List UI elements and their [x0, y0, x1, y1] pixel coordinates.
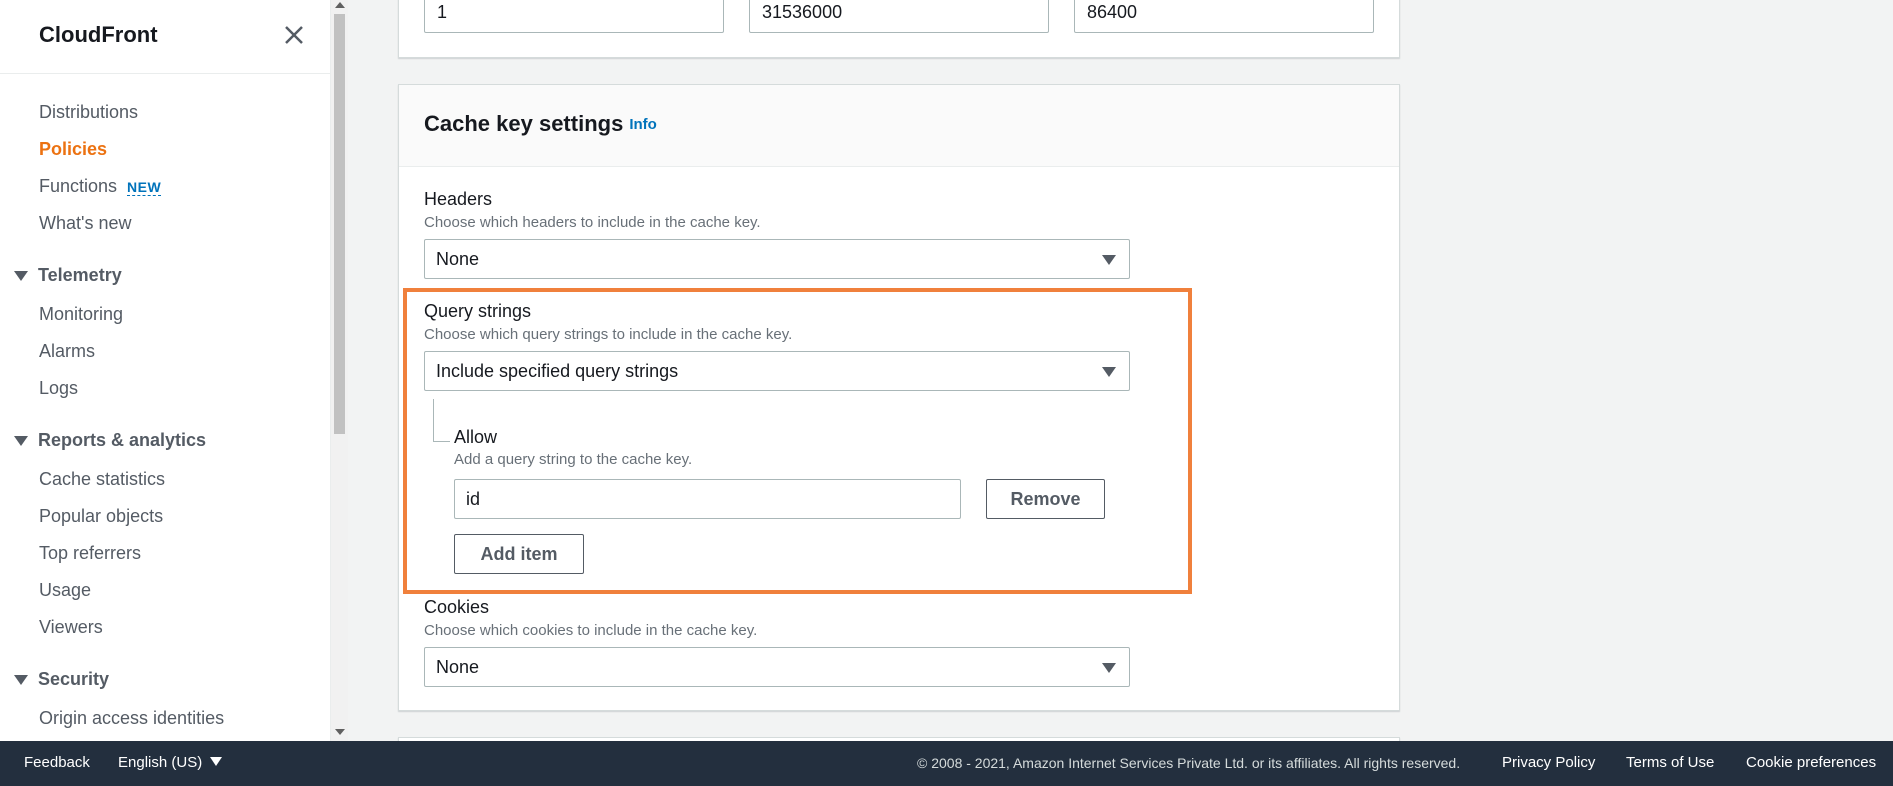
- section-heading: Reports & analytics: [38, 430, 207, 450]
- sidebar-item-monitoring[interactable]: Monitoring: [39, 304, 123, 325]
- sidebar-item-top-referrers[interactable]: Top referrers: [39, 543, 141, 564]
- sidebar-item-origin-access-identities[interactable]: Origin access identities: [39, 708, 224, 729]
- sidebar-item-cache-statistics[interactable]: Cache statistics: [39, 469, 165, 490]
- sidebar-item-label: Functions: [39, 176, 118, 196]
- copyright-text: © 2008 - 2021, Amazon Internet Services …: [917, 755, 1461, 771]
- panel-title-text: Cache key settings: [424, 111, 624, 136]
- scroll-down-icon[interactable]: [335, 729, 345, 735]
- sidebar-item-logs[interactable]: Logs: [39, 378, 78, 399]
- allow-label: Allow: [454, 427, 498, 447]
- cookie-preferences-link[interactable]: Cookie preferences: [1746, 754, 1876, 771]
- language-label: English (US): [118, 754, 203, 771]
- select-value: None: [436, 657, 480, 677]
- sidebar-header: CloudFront: [0, 0, 330, 74]
- query-string-item-input[interactable]: id: [454, 479, 961, 519]
- query-strings-select[interactable]: Include specified query strings: [424, 351, 1130, 391]
- language-selector[interactable]: English (US): [118, 754, 223, 771]
- headers-label: Headers: [424, 189, 493, 209]
- headers-description: Choose which headers to include in the c…: [424, 214, 761, 231]
- select-value: None: [436, 249, 480, 269]
- caret-down-icon: [210, 757, 223, 766]
- sidebar-item-whats-new[interactable]: What's new: [39, 213, 131, 234]
- ttl-settings-panel: 1 31536000 86400: [398, 0, 1400, 58]
- section-telemetry[interactable]: Telemetry: [14, 265, 122, 286]
- caret-down-icon: [1102, 255, 1116, 265]
- feedback-link[interactable]: Feedback: [24, 754, 90, 771]
- sidebar-item-usage[interactable]: Usage: [39, 580, 91, 601]
- cookies-select[interactable]: None: [424, 647, 1130, 687]
- cookies-label: Cookies: [424, 597, 490, 617]
- maximum-ttl-input[interactable]: 31536000: [749, 0, 1049, 33]
- query-strings-description: Choose which query strings to include in…: [424, 326, 793, 343]
- terms-of-use-link[interactable]: Terms of Use: [1626, 754, 1714, 771]
- close-icon[interactable]: [281, 22, 307, 48]
- new-badge: NEW: [127, 179, 162, 196]
- default-ttl-input[interactable]: 86400: [1074, 0, 1374, 33]
- caret-down-icon: [14, 435, 28, 446]
- panel-header: Cache key settings Info: [399, 85, 1399, 167]
- cookies-description: Choose which cookies to include in the c…: [424, 622, 758, 639]
- select-value: Include specified query strings: [436, 361, 679, 381]
- caret-down-icon: [1102, 367, 1116, 377]
- add-item-button[interactable]: Add item: [454, 534, 584, 574]
- scroll-thumb[interactable]: [334, 14, 345, 434]
- tree-connector: [433, 399, 450, 442]
- sidebar-title: CloudFront: [39, 22, 158, 47]
- sidebar-item-distributions[interactable]: Distributions: [39, 102, 138, 123]
- minimum-ttl-input[interactable]: 1: [424, 0, 724, 33]
- sidebar-item-alarms[interactable]: Alarms: [39, 341, 95, 362]
- section-security[interactable]: Security: [14, 669, 109, 690]
- sidebar-item-policies[interactable]: Policies: [39, 139, 107, 160]
- query-strings-label: Query strings: [424, 301, 532, 321]
- sidebar-item-viewers[interactable]: Viewers: [39, 617, 103, 638]
- caret-down-icon: [14, 674, 28, 685]
- sidebar-item-functions[interactable]: Functions NEW: [39, 176, 162, 197]
- footer: Feedback English (US) © 2008 - 2021, Ama…: [0, 741, 1893, 786]
- scroll-up-icon[interactable]: [335, 2, 345, 8]
- section-heading: Telemetry: [38, 265, 122, 285]
- privacy-policy-link[interactable]: Privacy Policy: [1502, 754, 1595, 771]
- panel-title: Cache key settings Info: [424, 111, 657, 137]
- sidebar: CloudFront Distributions Policies Functi…: [0, 0, 331, 741]
- headers-select[interactable]: None: [424, 239, 1130, 279]
- sidebar-item-popular-objects[interactable]: Popular objects: [39, 506, 163, 527]
- allow-description: Add a query string to the cache key.: [454, 451, 693, 468]
- cache-key-settings-panel: Cache key settings Info Headers Choose wh…: [398, 84, 1400, 711]
- sidebar-scrollbar[interactable]: [331, 0, 348, 741]
- info-link[interactable]: Info: [629, 116, 657, 133]
- caret-down-icon: [1102, 663, 1116, 673]
- section-heading: Security: [38, 669, 110, 689]
- caret-down-icon: [14, 270, 28, 281]
- section-reports[interactable]: Reports & analytics: [14, 430, 206, 451]
- remove-button[interactable]: Remove: [986, 479, 1105, 519]
